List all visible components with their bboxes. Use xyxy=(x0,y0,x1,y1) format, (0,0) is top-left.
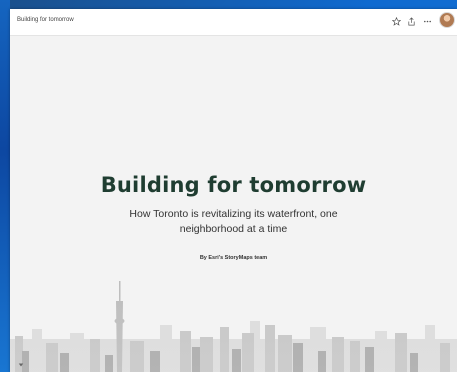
browser-window: Building for tomorrow Building for tomor… xyxy=(10,9,457,372)
story-byline: By Esri's StoryMaps team xyxy=(199,255,268,261)
desktop-background xyxy=(0,0,10,372)
toronto-skyline-image xyxy=(10,281,457,372)
story-cover: Building for tomorrow How Toronto is rev… xyxy=(10,36,457,372)
share-icon[interactable] xyxy=(405,15,417,27)
story-title: Building for tomorrow xyxy=(100,173,367,197)
star-icon[interactable] xyxy=(390,15,402,27)
more-icon[interactable] xyxy=(421,15,433,27)
avatar[interactable] xyxy=(439,12,455,28)
header-title: Building for tomorrow xyxy=(17,17,74,23)
story-subtitle: How Toronto is revitalizing its waterfro… xyxy=(129,208,338,235)
story-header: Building for tomorrow xyxy=(10,9,457,36)
chevron-down-icon[interactable] xyxy=(17,361,25,369)
